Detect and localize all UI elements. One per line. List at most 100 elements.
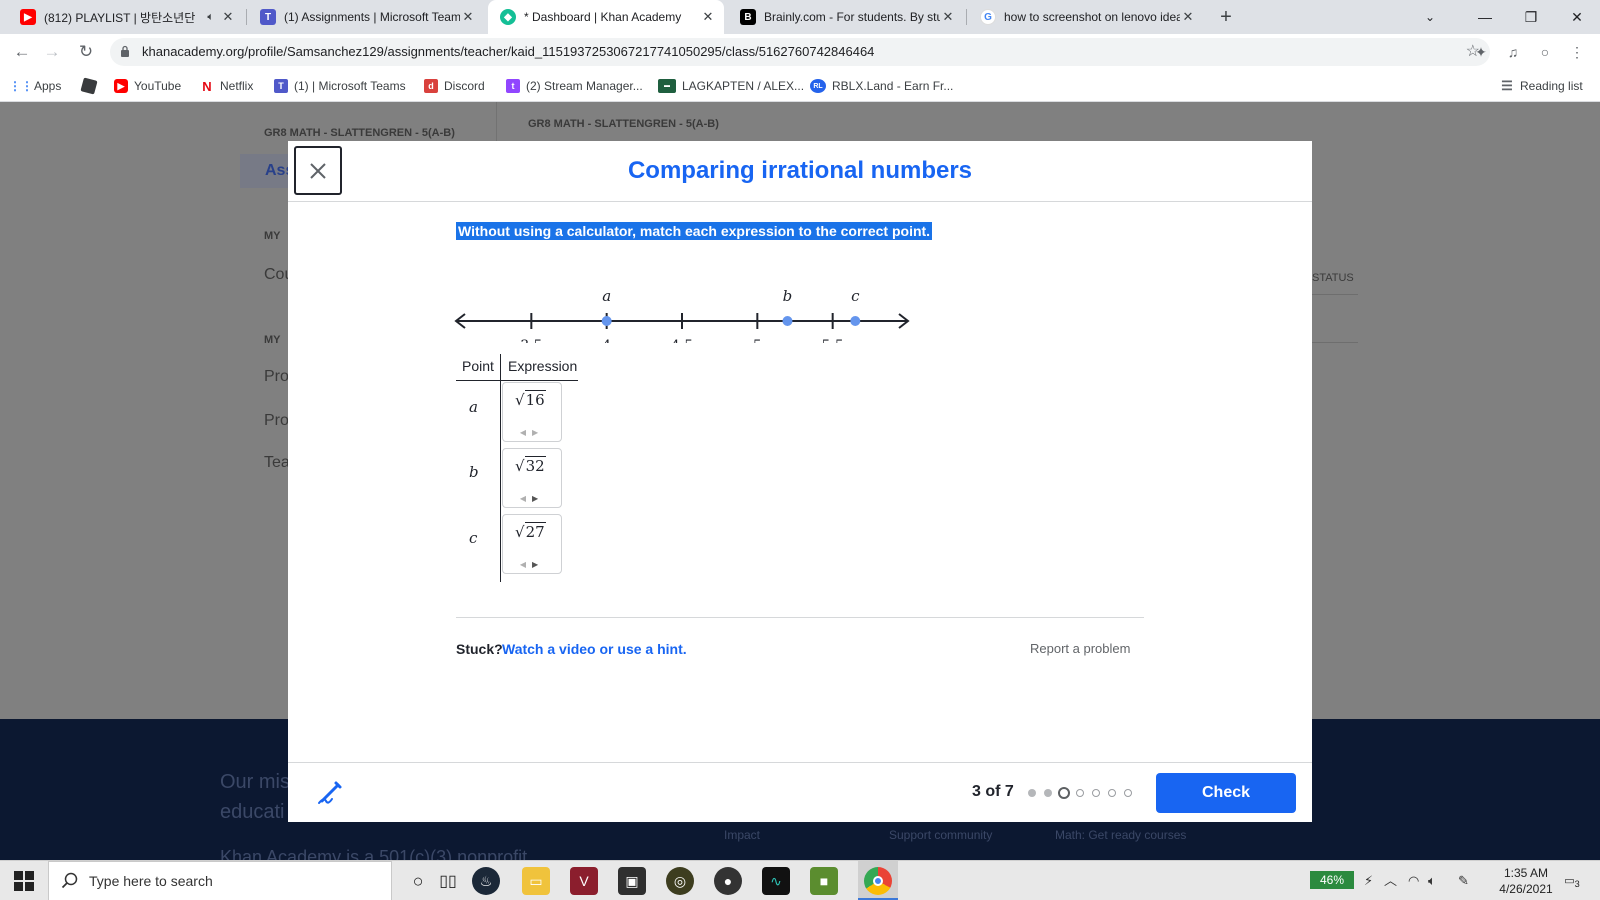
move-up-icon[interactable]: ◀ xyxy=(520,428,532,437)
hint-link[interactable]: Watch a video or use a hint. xyxy=(502,641,687,657)
number-line-ticks: 3.5 4 4.5 5 5.5 xyxy=(520,313,844,343)
check-button[interactable]: Check xyxy=(1156,773,1296,813)
valorant-icon[interactable]: V xyxy=(570,867,598,895)
close-tab-icon[interactable]: ✕ xyxy=(940,9,956,25)
scratchpad-pencil-icon[interactable] xyxy=(316,777,346,807)
overwolf-icon[interactable]: ◎ xyxy=(666,867,694,895)
obs-icon[interactable]: ● xyxy=(714,867,742,895)
bookmark-label: (2) Stream Manager... xyxy=(526,79,643,93)
bookmark-apps[interactable]: ⋮⋮ Apps xyxy=(9,70,61,102)
battery-indicator[interactable]: 46% xyxy=(1310,871,1354,889)
reorder-arrows[interactable]: ◀▶ xyxy=(503,428,561,437)
cortana-icon[interactable]: ○ xyxy=(404,867,432,895)
report-problem-link[interactable]: Report a problem xyxy=(1030,641,1130,656)
close-tab-icon[interactable]: ✕ xyxy=(1180,9,1196,25)
number-line: 3.5 4 4.5 5 5.5 a b c xyxy=(454,287,910,343)
tick-label: 3.5 xyxy=(520,338,542,343)
menu-kebab-icon[interactable]: ⋮ xyxy=(1566,41,1588,63)
windows-start-icon[interactable] xyxy=(14,871,34,891)
modal-footer: 3 of 7 Check xyxy=(288,762,1312,822)
reorder-arrows[interactable]: ◀▶ xyxy=(503,560,561,569)
tab-search-icon[interactable]: ⌄ xyxy=(1418,0,1442,34)
stuck-label: Stuck? xyxy=(456,641,503,657)
bookmarks-bar: ⋮⋮ Apps ▶ YouTube N Netflix T (1) | Micr… xyxy=(0,70,1600,102)
progress-dot xyxy=(1044,789,1052,797)
move-up-icon[interactable]: ◀ xyxy=(520,494,532,503)
profile-avatar-icon[interactable]: ○ xyxy=(1534,41,1556,63)
brainly-icon: B xyxy=(740,9,756,25)
new-tab-button[interactable]: + xyxy=(1214,5,1238,29)
steam-icon[interactable]: ♨ xyxy=(472,867,500,895)
close-tab-icon[interactable]: ✕ xyxy=(460,9,476,25)
close-tab-icon[interactable]: ✕ xyxy=(220,9,236,25)
store-bag-icon[interactable]: ▣ xyxy=(618,867,646,895)
tick-label: 4 xyxy=(602,338,611,343)
extensions-puzzle-icon[interactable]: ✦ xyxy=(1470,41,1492,63)
bookmark-microsoft-teams[interactable]: T (1) | Microsoft Teams xyxy=(274,70,406,102)
speaker-icon[interactable]: 🔈︎ xyxy=(207,11,214,24)
table-column-divider xyxy=(500,354,501,582)
bookmark-lagkapten[interactable]: ▬ LAGKAPTEN / ALEX... xyxy=(658,70,804,102)
system-clock[interactable]: 1:35 AM 4/26/2021 xyxy=(1488,865,1564,897)
reorder-arrows[interactable]: ◀▶ xyxy=(503,494,561,503)
close-tab-icon[interactable]: ✕ xyxy=(700,9,716,25)
expression-card-sqrt-16[interactable]: √16 ◀▶ xyxy=(502,382,562,442)
minimize-icon[interactable]: — xyxy=(1462,0,1508,34)
close-modal-button[interactable] xyxy=(294,146,342,195)
address-bar[interactable]: khanacademy.org/profile/Samsanchez129/as… xyxy=(110,38,1490,66)
tab-google-search[interactable]: G how to screenshot on lenovo ideapad ✕ xyxy=(968,0,1204,34)
move-down-icon[interactable]: ▶ xyxy=(532,494,544,503)
restore-icon[interactable]: ❐ xyxy=(1508,0,1554,34)
content-divider xyxy=(456,617,1144,618)
bookmark-stream-manager[interactable]: t (2) Stream Manager... xyxy=(506,70,643,102)
back-arrow-icon[interactable]: ← xyxy=(10,40,34,64)
tab-youtube-playlist[interactable]: ▶ (812) PLAYLIST | 방탄소년단 🔈︎ ✕ xyxy=(8,0,244,34)
volume-icon[interactable]: 🔈︎ xyxy=(1428,861,1436,900)
notification-center-icon[interactable]: ▭3 xyxy=(1560,871,1584,891)
show-hidden-icons-icon[interactable]: ︿ xyxy=(1384,861,1397,900)
bookmark-rblx-land[interactable]: RL RBLX.Land - Earn Fr... xyxy=(810,70,953,102)
wifi-icon[interactable]: ◠ xyxy=(1408,861,1419,900)
reading-list[interactable]: ☰ Reading list xyxy=(1500,70,1583,102)
file-explorer-icon[interactable]: ▭ xyxy=(522,867,550,895)
task-view-icon[interactable]: ▯▯ xyxy=(434,867,462,895)
audio-app-icon[interactable]: ∿ xyxy=(762,867,790,895)
point-c xyxy=(850,316,861,326)
clock-time: 1:35 AM xyxy=(1503,866,1549,880)
move-down-icon[interactable]: ▶ xyxy=(532,560,544,569)
tab-microsoft-teams[interactable]: T (1) Assignments | Microsoft Teams ✕ xyxy=(248,0,484,34)
minecraft-icon[interactable]: ■ xyxy=(810,867,838,895)
divider xyxy=(1312,294,1358,295)
bookmark-discord[interactable]: d Discord xyxy=(424,70,485,102)
bookmark-label: RBLX.Land - Earn Fr... xyxy=(832,79,954,93)
bookmark-youtube[interactable]: ▶ YouTube xyxy=(114,70,181,102)
tab-brainly[interactable]: B Brainly.com - For students. By student… xyxy=(728,0,964,34)
bookmark-netflix[interactable]: N Netflix xyxy=(200,70,253,102)
class-label: GR8 MATH - SLATTENGREN - 5(A-B) xyxy=(264,127,455,139)
expression-card-sqrt-27[interactable]: √27 ◀▶ xyxy=(502,514,562,574)
modal-title: Comparing irrational numbers xyxy=(627,157,973,184)
pen-icon[interactable]: ✎ xyxy=(1458,861,1469,900)
expression-value: √16 xyxy=(515,390,546,409)
search-icon xyxy=(61,872,78,889)
bookmark-label: Netflix xyxy=(220,79,254,93)
forward-arrow-icon[interactable]: → xyxy=(40,40,64,64)
expression-value: √32 xyxy=(515,456,546,475)
window-close-icon[interactable]: ✕ xyxy=(1554,0,1600,34)
reading-list-label: Reading list xyxy=(1520,79,1583,93)
column-header-expression: Expression xyxy=(508,358,578,374)
reload-icon[interactable]: ↻ xyxy=(74,40,98,64)
move-up-icon[interactable]: ◀ xyxy=(520,560,532,569)
footer-link: Impact xyxy=(724,828,761,842)
expression-card-sqrt-32[interactable]: √32 ◀▶ xyxy=(502,448,562,508)
tab-khan-academy[interactable]: ◆ * Dashboard | Khan Academy ✕ xyxy=(488,0,724,34)
bookmark-label: Discord xyxy=(444,79,485,93)
move-down-icon[interactable]: ▶ xyxy=(532,428,544,437)
tab-title: (1) Assignments | Microsoft Teams xyxy=(284,10,460,24)
bookmark-roblox[interactable] xyxy=(80,70,102,102)
chrome-icon[interactable] xyxy=(864,867,892,895)
progress-counter: 3 of 7 xyxy=(972,783,1014,800)
taskbar-search-box[interactable]: Type here to search xyxy=(48,861,392,900)
media-control-icon[interactable]: ♫ xyxy=(1502,41,1524,63)
tick-label: 5.5 xyxy=(822,338,844,343)
